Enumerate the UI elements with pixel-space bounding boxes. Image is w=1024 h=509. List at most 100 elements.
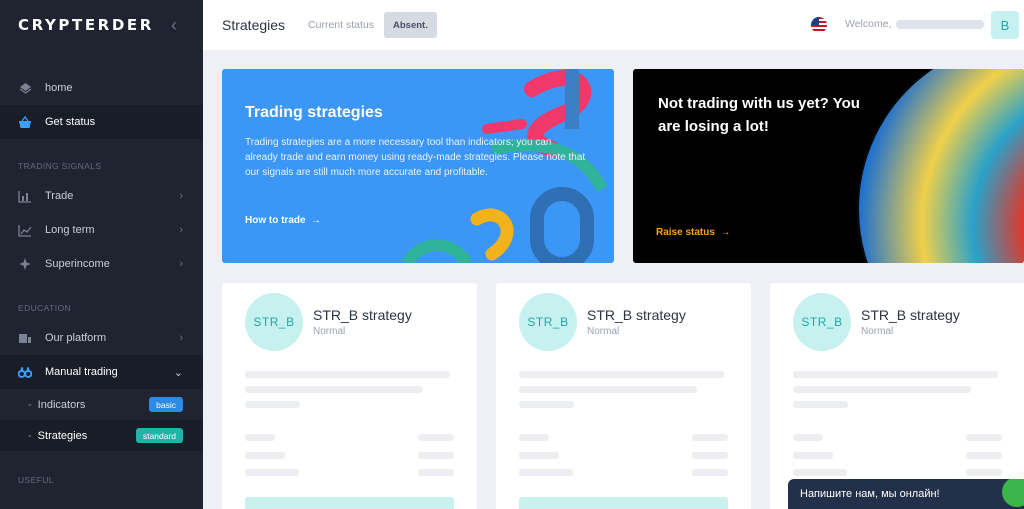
sidebar-item-superincome[interactable]: Superincome › — [0, 247, 203, 281]
hidden-stat-label — [793, 469, 847, 476]
raise-status-banner: Not trading with us yet? You are losing … — [633, 69, 1024, 263]
sidebar-subitem-strategies[interactable]: - Strategies standard — [0, 420, 203, 451]
arrow-right-icon: → — [308, 215, 322, 226]
diamond-icon — [18, 81, 32, 95]
hidden-description — [245, 401, 300, 408]
strategy-card[interactable]: STR_B STR_B strategy Normal — [770, 283, 1024, 509]
logo[interactable]: CRYPTERDER — [18, 16, 154, 34]
dash-marker: - — [28, 398, 32, 411]
us-flag-icon[interactable] — [811, 17, 827, 33]
sidebar-item-label: Get status — [45, 116, 96, 128]
hidden-description — [793, 386, 971, 393]
banner-title: Trading strategies — [245, 104, 383, 121]
strategy-button[interactable] — [519, 497, 728, 509]
avatar[interactable]: B — [991, 11, 1019, 39]
username-blurred — [895, 19, 984, 29]
sidebar-item-get-status[interactable]: Get status — [0, 105, 203, 139]
sidebar-item-label: Trade — [45, 190, 74, 202]
strategy-level: Normal — [587, 326, 620, 337]
hidden-stat-value — [692, 434, 728, 441]
hidden-stat-value — [418, 452, 454, 459]
status-badge: standard — [135, 428, 183, 443]
hidden-stat-label — [245, 452, 285, 459]
hidden-description — [793, 371, 998, 378]
hidden-stat-value — [966, 434, 1002, 441]
strategy-card[interactable]: STR_B STR_B strategy Normal — [496, 283, 751, 509]
hidden-stat-label — [793, 452, 833, 459]
how-to-trade-link[interactable]: How to trade → — [245, 215, 321, 226]
strategy-name: STR_B strategy — [861, 307, 960, 323]
hidden-stat-value — [418, 469, 454, 476]
link-label: How to trade — [245, 215, 306, 226]
sidebar: CRYPTERDER ‹ home Get status TRADING SIG… — [0, 0, 203, 509]
strategy-name: STR_B strategy — [587, 307, 686, 323]
sidebar-item-our-platform[interactable]: Our platform › — [0, 321, 203, 355]
banner-title: Not trading with us yet? You are losing … — [658, 95, 860, 135]
arrow-right-icon: → — [717, 227, 731, 238]
top-bar: Strategies Current status Absent. Welcom… — [203, 0, 1024, 50]
sidebar-item-manual-trading[interactable]: Manual trading ⌄ — [0, 355, 203, 389]
sidebar-item-label: Long term — [45, 224, 95, 236]
sidebar-item-home[interactable]: home — [0, 71, 203, 105]
strategy-button[interactable] — [245, 497, 454, 509]
strategy-level: Normal — [861, 326, 894, 337]
section-title-education: EDUCATION — [18, 303, 72, 313]
strategy-avatar: STR_B — [245, 293, 303, 351]
sidebar-subitem-indicators[interactable]: - Indicators basic — [0, 389, 203, 420]
stack-icon — [18, 331, 32, 345]
section-title-trading: TRADING SIGNALS — [18, 161, 102, 171]
chevron-down-icon: ⌄ — [173, 367, 183, 379]
chat-label: Напишите нам, мы онлайн! — [800, 488, 940, 500]
hidden-description — [245, 371, 450, 378]
raise-status-link[interactable]: Raise status → — [656, 227, 730, 238]
link-label: Raise status — [656, 227, 715, 238]
dash-marker: - — [28, 429, 32, 442]
strategy-card[interactable]: STR_B STR_B strategy Normal — [222, 283, 477, 509]
online-indicator — [1002, 479, 1024, 507]
chevrons-left-icon[interactable]: ‹ — [171, 16, 177, 34]
sidebar-subitem-label: Strategies — [37, 429, 88, 442]
binoculars-icon — [18, 365, 32, 379]
sidebar-item-trade[interactable]: Trade › — [0, 179, 203, 213]
sidebar-header: CRYPTERDER ‹ — [0, 0, 203, 50]
hidden-stat-value — [966, 452, 1002, 459]
chevron-right-icon: › — [179, 224, 183, 236]
strategy-avatar: STR_B — [793, 293, 851, 351]
status-button[interactable]: Absent. — [384, 12, 437, 38]
hidden-stat-value — [692, 452, 728, 459]
hidden-stat-label — [245, 469, 299, 476]
hidden-stat-value — [692, 469, 728, 476]
hidden-stat-label — [519, 452, 559, 459]
hidden-description — [245, 386, 423, 393]
strategy-level: Normal — [313, 326, 346, 337]
section-title-useful: USEFUL — [18, 475, 54, 485]
hidden-stat-label — [793, 434, 823, 441]
sidebar-item-label: Superincome — [45, 258, 110, 270]
hidden-description — [793, 401, 848, 408]
sidebar-subitem-label: Indicators — [37, 398, 86, 411]
sidebar-item-long-term[interactable]: Long term › — [0, 213, 203, 247]
chevron-right-icon: › — [179, 190, 183, 202]
page-title: Strategies — [222, 17, 286, 33]
status-badge: basic — [149, 397, 183, 412]
hidden-stat-label — [245, 434, 275, 441]
hidden-stat-label — [519, 469, 573, 476]
hidden-description — [519, 371, 724, 378]
hidden-stat-value — [966, 469, 1002, 476]
sidebar-item-label: Manual trading — [45, 366, 118, 378]
sidebar-item-label: Our platform — [45, 332, 107, 344]
welcome-text: Welcome, — [845, 18, 984, 30]
basket-icon — [18, 115, 32, 129]
strategy-name: STR_B strategy — [313, 307, 412, 323]
banner-description: Trading strategies are a more necessary … — [245, 137, 586, 178]
strategy-avatar: STR_B — [519, 293, 577, 351]
chat-widget[interactable]: Напишите нам, мы онлайн! — [788, 479, 1024, 509]
chevron-right-icon: › — [179, 258, 183, 270]
sidebar-item-label: home — [45, 82, 73, 94]
trading-strategies-banner: Trading strategies Trading strategies ar… — [222, 69, 614, 263]
welcome-label: Welcome, — [845, 18, 892, 30]
hidden-stat-label — [519, 434, 549, 441]
sparkle-icon — [18, 257, 32, 271]
chevron-right-icon: › — [179, 332, 183, 344]
bar-chart-icon — [18, 189, 32, 203]
